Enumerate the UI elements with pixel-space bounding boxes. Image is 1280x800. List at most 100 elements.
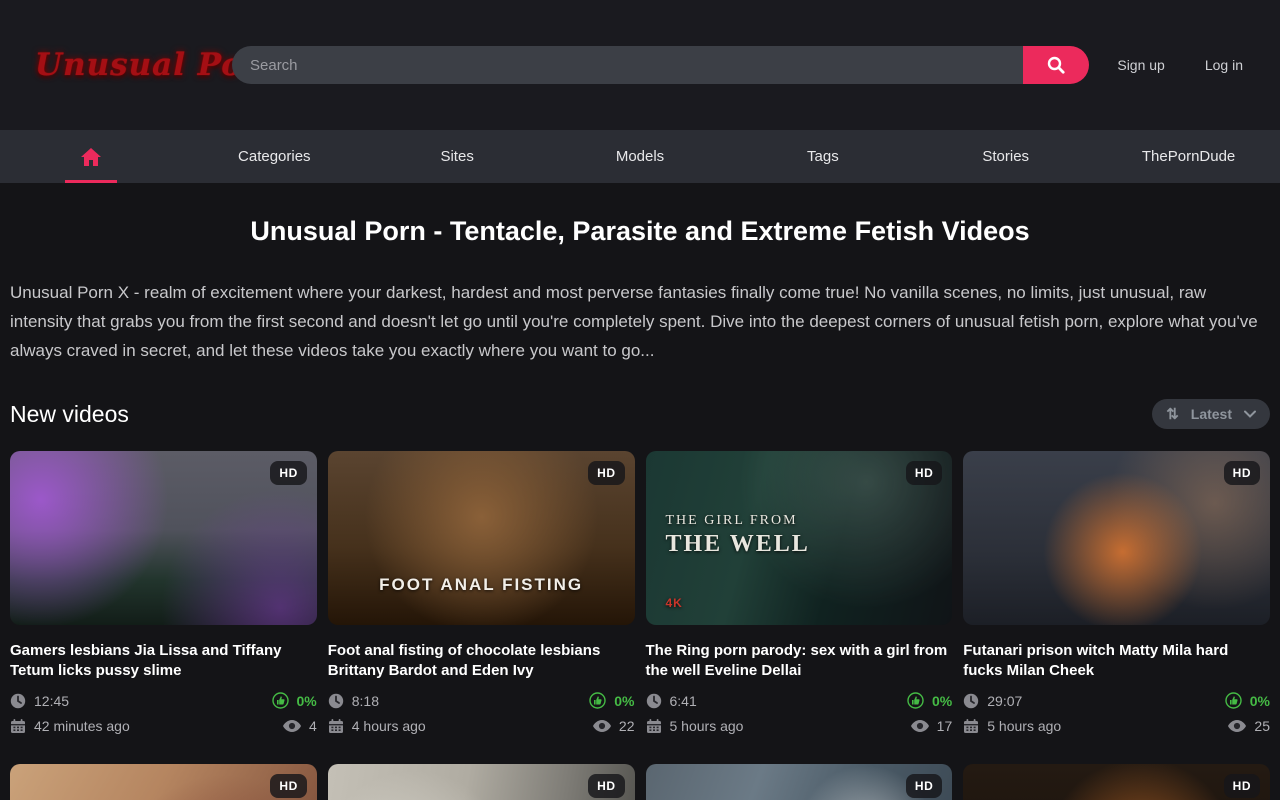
video-card[interactable]: HD bbox=[963, 764, 1270, 800]
video-duration: 29:07 bbox=[987, 693, 1022, 709]
poster-line-1: THE GIRL FROM bbox=[666, 513, 810, 529]
video-duration: 12:45 bbox=[34, 693, 69, 709]
hd-badge: HD bbox=[1224, 774, 1260, 798]
clock-icon bbox=[963, 693, 979, 709]
video-card[interactable]: HD FOOT ANAL FISTING Foot anal fisting o… bbox=[328, 451, 635, 734]
nav-label: Sites bbox=[440, 148, 473, 165]
video-title[interactable]: Foot anal fisting of chocolate lesbians … bbox=[328, 641, 635, 681]
search-bar bbox=[232, 46, 1089, 84]
sort-dropdown[interactable]: ⇅ Latest bbox=[1152, 399, 1270, 429]
sort-arrows-icon: ⇅ bbox=[1166, 405, 1179, 423]
video-posted: 5 hours ago bbox=[670, 718, 744, 734]
site-description: Unusual Porn X - realm of excitement whe… bbox=[0, 278, 1280, 365]
video-card[interactable]: HD bbox=[10, 764, 317, 800]
nav-item-tags[interactable]: Tags bbox=[731, 130, 914, 183]
video-views: 25 bbox=[1254, 718, 1270, 734]
video-thumbnail[interactable]: HD THE GIRL FROM THE WELL 4K bbox=[646, 451, 953, 625]
poster-4k-tag: 4K bbox=[666, 596, 810, 610]
video-thumbnail[interactable]: HD bbox=[328, 764, 635, 800]
video-posted: 5 hours ago bbox=[987, 718, 1061, 734]
login-link[interactable]: Log in bbox=[1205, 57, 1243, 73]
active-tab-underline bbox=[65, 180, 117, 183]
video-rating: 0% bbox=[1250, 693, 1270, 709]
site-header: Unusual Porn Sign up Log in bbox=[0, 0, 1280, 130]
video-title[interactable]: Futanari prison witch Matty Mila hard fu… bbox=[963, 641, 1270, 681]
nav-label: Models bbox=[616, 148, 664, 165]
auth-links: Sign up Log in bbox=[1117, 57, 1243, 73]
video-stats: 8:18 0% 4 hours ago bbox=[328, 692, 635, 734]
nav-item-stories[interactable]: Stories bbox=[914, 130, 1097, 183]
calendar-icon bbox=[963, 718, 979, 734]
hd-badge: HD bbox=[906, 774, 942, 798]
views-eye-icon bbox=[593, 720, 611, 732]
video-grid-row-2: HD HD HD HD bbox=[0, 764, 1280, 800]
home-icon bbox=[80, 147, 102, 167]
video-stats: 29:07 0% 5 hours ago bbox=[963, 692, 1270, 734]
nav-item-models[interactable]: Models bbox=[549, 130, 732, 183]
video-thumbnail[interactable]: HD bbox=[10, 764, 317, 800]
search-button[interactable] bbox=[1023, 46, 1089, 84]
thumbs-up-icon bbox=[1225, 692, 1242, 709]
video-rating: 0% bbox=[297, 693, 317, 709]
clock-icon bbox=[10, 693, 26, 709]
video-stats: 6:41 0% 5 hours ago bbox=[646, 692, 953, 734]
video-views: 4 bbox=[309, 718, 317, 734]
video-thumbnail[interactable]: HD bbox=[646, 764, 953, 800]
signup-link[interactable]: Sign up bbox=[1117, 57, 1164, 73]
site-logo[interactable]: Unusual Porn bbox=[35, 50, 207, 81]
nav-item-home[interactable] bbox=[0, 130, 183, 183]
main-nav: Categories Sites Models Tags Stories The… bbox=[0, 130, 1280, 183]
thumbs-up-icon bbox=[272, 692, 289, 709]
video-title[interactable]: The Ring porn parody: sex with a girl fr… bbox=[646, 641, 953, 681]
chevron-down-icon bbox=[1244, 410, 1256, 418]
video-card[interactable]: HD Futanari prison witch Matty Mila hard… bbox=[963, 451, 1270, 734]
thumbs-up-icon bbox=[907, 692, 924, 709]
video-rating: 0% bbox=[932, 693, 952, 709]
nav-label: Categories bbox=[238, 148, 311, 165]
views-eye-icon bbox=[911, 720, 929, 732]
video-card[interactable]: HD bbox=[646, 764, 953, 800]
thumbnail-overlay-title: FOOT ANAL FISTING bbox=[328, 575, 635, 595]
nav-label: Tags bbox=[807, 148, 839, 165]
video-card[interactable]: HD Gamers lesbians Jia Lissa and Tiffany… bbox=[10, 451, 317, 734]
video-card[interactable]: HD THE GIRL FROM THE WELL 4K The Ring po… bbox=[646, 451, 953, 734]
nav-item-categories[interactable]: Categories bbox=[183, 130, 366, 183]
sort-selected-label: Latest bbox=[1191, 406, 1232, 422]
nav-label: Stories bbox=[982, 148, 1029, 165]
clock-icon bbox=[646, 693, 662, 709]
video-card[interactable]: HD bbox=[328, 764, 635, 800]
video-thumbnail[interactable]: HD FOOT ANAL FISTING bbox=[328, 451, 635, 625]
search-input[interactable] bbox=[232, 46, 1023, 84]
poster-line-2: THE WELL bbox=[666, 531, 810, 558]
views-eye-icon bbox=[283, 720, 301, 732]
calendar-icon bbox=[646, 718, 662, 734]
video-rating: 0% bbox=[614, 693, 634, 709]
thumbs-up-icon bbox=[589, 692, 606, 709]
search-icon bbox=[1046, 55, 1066, 75]
video-views: 22 bbox=[619, 718, 635, 734]
video-posted: 42 minutes ago bbox=[34, 718, 130, 734]
site-logo-text: Unusual Porn bbox=[35, 50, 207, 81]
video-stats: 12:45 0% 42 minutes ago bbox=[10, 692, 317, 734]
clock-icon bbox=[328, 693, 344, 709]
thumbnail-poster-text: THE GIRL FROM THE WELL 4K bbox=[666, 513, 810, 610]
section-title: New videos bbox=[10, 401, 129, 428]
views-eye-icon bbox=[1228, 720, 1246, 732]
calendar-icon bbox=[328, 718, 344, 734]
page-title: Unusual Porn - Tentacle, Parasite and Ex… bbox=[0, 216, 1280, 247]
video-thumbnail[interactable]: HD bbox=[963, 451, 1270, 625]
video-grid: HD Gamers lesbians Jia Lissa and Tiffany… bbox=[0, 451, 1280, 734]
video-duration: 6:41 bbox=[670, 693, 697, 709]
hd-badge: HD bbox=[588, 774, 624, 798]
calendar-icon bbox=[10, 718, 26, 734]
hd-badge: HD bbox=[1224, 461, 1260, 485]
video-thumbnail[interactable]: HD bbox=[10, 451, 317, 625]
video-posted: 4 hours ago bbox=[352, 718, 426, 734]
hd-badge: HD bbox=[270, 774, 306, 798]
nav-item-sites[interactable]: Sites bbox=[366, 130, 549, 183]
hd-badge: HD bbox=[270, 461, 306, 485]
video-title[interactable]: Gamers lesbians Jia Lissa and Tiffany Te… bbox=[10, 641, 317, 681]
nav-label: ThePornDude bbox=[1142, 148, 1235, 165]
nav-item-theporndude[interactable]: ThePornDude bbox=[1097, 130, 1280, 183]
video-thumbnail[interactable]: HD bbox=[963, 764, 1270, 800]
